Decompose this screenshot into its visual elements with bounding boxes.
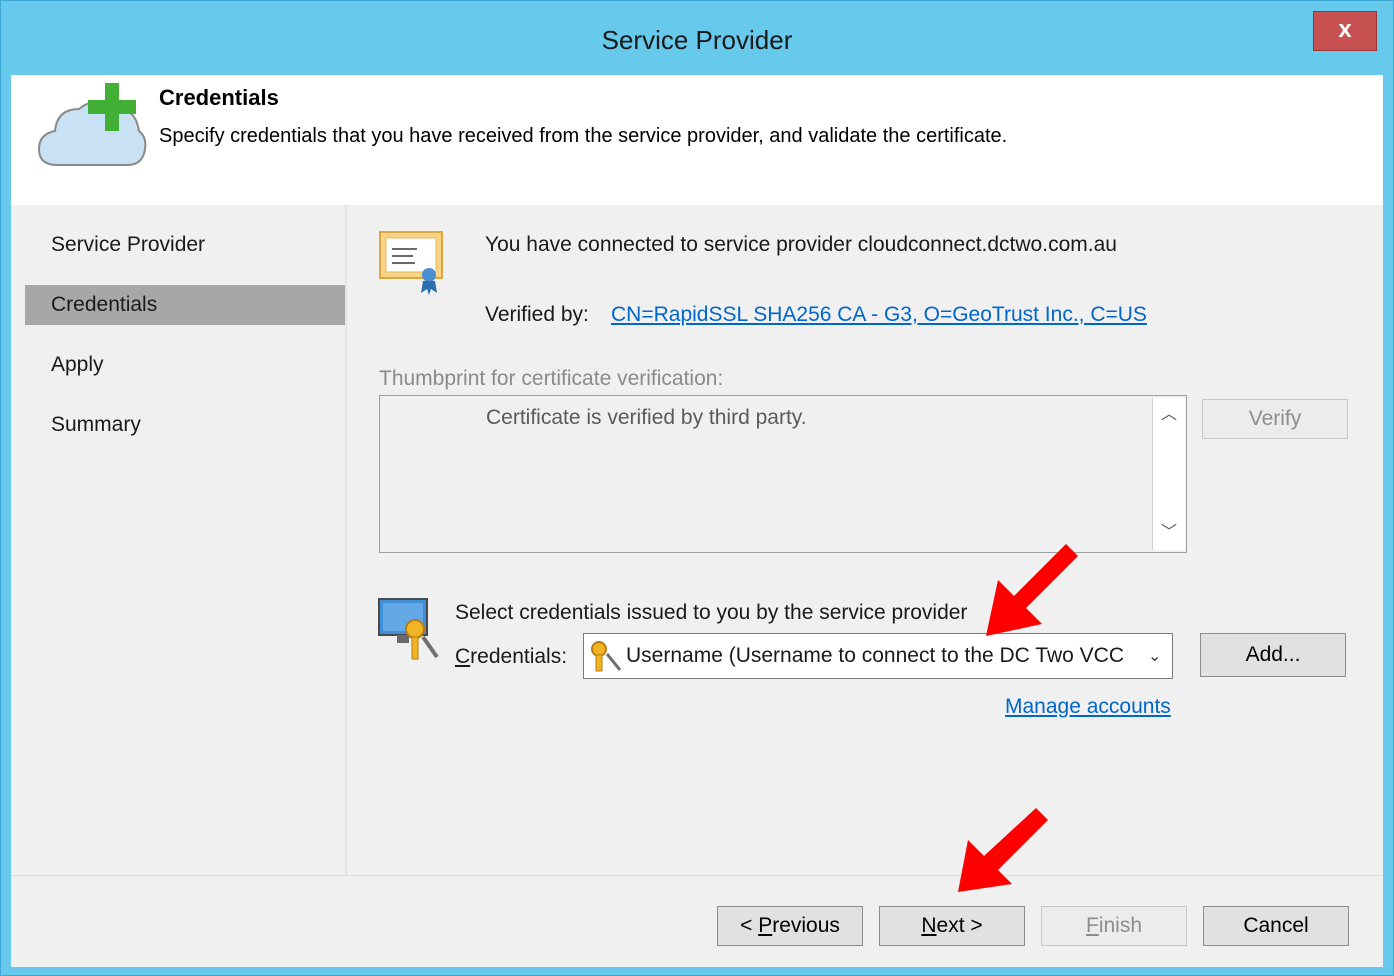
- select-credentials-text: Select credentials issued to you by the …: [455, 601, 968, 624]
- manage-accounts-link[interactable]: Manage accounts: [1005, 695, 1171, 719]
- sidebar-item-credentials[interactable]: Credentials: [25, 285, 345, 325]
- dialog-window: Service Provider x Credentials Specify c…: [0, 0, 1394, 976]
- step-title: Credentials: [159, 85, 279, 110]
- sidebar-item-service-provider[interactable]: Service Provider: [25, 225, 345, 265]
- finish-button-label: inish: [1098, 914, 1143, 937]
- thumbprint-label: Thumbprint for certificate verification:: [379, 367, 724, 390]
- cancel-button[interactable]: Cancel: [1203, 906, 1349, 946]
- thumbprint-textbox[interactable]: Certificate is verified by third party. …: [379, 395, 1187, 553]
- title-bar: Service Provider x: [1, 1, 1393, 75]
- wizard-header: Credentials Specify credentials that you…: [11, 75, 1383, 205]
- window-frame-left: [1, 75, 11, 975]
- annotation-arrow-next: [958, 808, 1048, 892]
- close-button[interactable]: x: [1313, 11, 1377, 51]
- wizard-steps-sidebar: Service Provider Credentials Apply Summa…: [11, 205, 345, 875]
- verify-button[interactable]: Verify: [1202, 399, 1348, 439]
- sidebar-item-summary[interactable]: Summary: [25, 405, 345, 445]
- wizard-footer: < Previous Next > Finish Cancel: [11, 875, 1383, 967]
- annotation-arrow-credentials: [986, 544, 1078, 636]
- scroll-down-arrow-icon[interactable]: ﹀: [1153, 520, 1185, 546]
- cloud-plus-icon: [37, 83, 147, 166]
- next-button[interactable]: Next >: [879, 906, 1025, 946]
- finish-button[interactable]: Finish: [1041, 906, 1187, 946]
- add-credentials-button[interactable]: Add...: [1200, 633, 1346, 677]
- thumbprint-text: Certificate is verified by third party.: [486, 406, 807, 429]
- window-frame-bottom: [1, 967, 1393, 975]
- credentials-panel: You have connected to service provider c…: [347, 205, 1383, 875]
- credentials-selected-value: Username (Username to connect to the DC …: [626, 644, 1124, 667]
- verified-by-label: Verified by:: [485, 303, 589, 326]
- credentials-label-rest: redentials:: [470, 645, 568, 668]
- step-subtitle: Specify credentials that you have receiv…: [159, 125, 1008, 147]
- previous-button-label: revious: [772, 914, 840, 937]
- next-button-label: ext >: [936, 914, 983, 937]
- scroll-up-arrow-icon[interactable]: ︿: [1153, 402, 1185, 428]
- certificate-icon: [379, 231, 443, 295]
- chevron-down-icon[interactable]: ⌄: [1148, 646, 1161, 666]
- sidebar-item-apply[interactable]: Apply: [25, 345, 345, 385]
- thumbprint-scrollbar[interactable]: ︿ ﹀: [1152, 398, 1185, 550]
- verified-by-certificate-link[interactable]: CN=RapidSSL SHA256 CA - G3, O=GeoTrust I…: [611, 303, 1147, 327]
- window-title: Service Provider: [601, 25, 793, 55]
- credentials-label: Credentials:: [455, 645, 568, 668]
- previous-button[interactable]: < Previous: [717, 906, 863, 946]
- window-frame-right: [1383, 75, 1393, 975]
- credentials-key-icon: [378, 598, 439, 660]
- connected-provider-text: You have connected to service provider c…: [485, 233, 1117, 256]
- key-user-icon: [591, 641, 622, 672]
- credentials-dropdown[interactable]: Username (Username to connect to the DC …: [583, 633, 1173, 679]
